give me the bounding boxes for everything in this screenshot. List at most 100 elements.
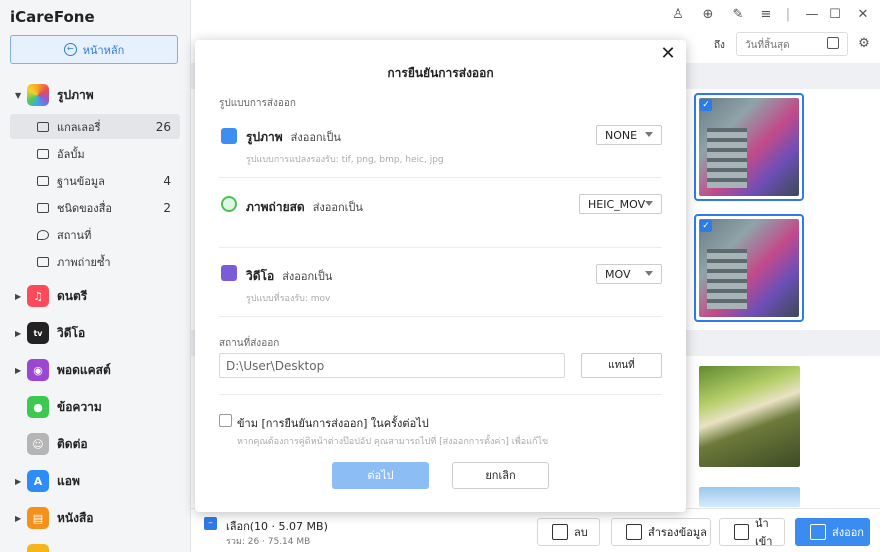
chevron-down-icon [645,132,653,137]
category-photos[interactable]: ▼ รูปภาพ [0,80,191,110]
category-apps[interactable]: ▶ A แอพ [0,466,191,496]
music-icon: ♫ [27,285,49,307]
dialog-title: การยืนยันการส่งออก [387,66,494,80]
export-icon [810,524,826,540]
category-music[interactable]: ▶ ♫ ดนตรี [0,281,191,311]
live-photo-icon [221,196,237,212]
sidebar-item-album[interactable]: อัลบั้ม [10,141,180,166]
save-disk-icon [626,524,642,540]
expand-right-icon[interactable]: ▶ [15,366,21,375]
checkbox-checked-icon[interactable]: ✓ [700,99,712,111]
settings-gear-icon[interactable]: ⚙ [856,36,872,52]
category-label: หนังสือ [57,510,94,525]
item-count: 4 [163,173,171,188]
sidebar-item-media-type[interactable]: ชนิดของสื่อ 2 [10,195,180,220]
home-button[interactable]: ← หน้าหลัก [10,35,178,64]
backup-button[interactable]: สำรองข้อมูล [611,518,711,546]
photo-thumbnail[interactable]: ✓ [694,93,804,201]
export-label: ส่งออก [832,526,864,539]
checkbox-checked-icon[interactable]: ✓ [700,220,712,232]
sidebar: iCareFone ← หน้าหลัก ▼ รูปภาพ แกลเลอรี่ … [0,0,191,552]
photo-format-select[interactable]: NONE [596,125,662,145]
menu-icon[interactable]: ≡ [758,7,774,23]
sidebar-item-label: สถานที่ [57,228,92,242]
video-camera-icon [37,202,49,213]
supported-formats-note: รูปแบบที่รองรับ: mov [246,294,331,304]
skip-confirmation-checkbox[interactable] [219,414,232,427]
category-label: ติดต่อ [57,436,88,451]
category-more[interactable] [0,540,191,552]
selection-summary: เลือก(10 · 5.07 MB) [226,520,328,533]
close-window-icon[interactable]: ✕ [855,7,871,23]
backup-label: สำรองข้อมูล [648,526,707,539]
user-icon[interactable]: ♙ [670,7,686,23]
category-label: พอดแคสต์ [57,362,111,377]
close-icon[interactable]: ✕ [658,44,678,64]
photo-thumbnail[interactable]: ✓ [694,214,804,322]
home-label: หน้าหลัก [82,43,125,57]
tv-icon: tv [27,322,49,344]
divider [219,316,662,317]
chevron-down-icon [645,271,653,276]
end-date-placeholder: วันที่สิ้นสุด [745,40,790,51]
import-button[interactable]: นำเข้า [719,517,785,548]
skip-confirmation-note: หากคุณต้องการคู่ดิหน้าต่างป๊อปอัป คุณสาม… [237,437,549,447]
app-title: iCareFone [10,8,95,26]
video-format-select[interactable]: MOV [596,264,662,284]
import-icon [734,524,750,540]
export-path-input[interactable]: D:\User\Desktop [219,353,565,378]
browse-button[interactable]: แทนที่ [581,353,662,378]
category-books[interactable]: ▶ ▤ หนังสือ [0,503,191,533]
category-contacts[interactable]: ☺ ติดต่อ [0,429,191,459]
end-date-input[interactable]: วันที่สิ้นสุด [736,32,848,56]
delete-label: ลบ [574,526,588,539]
expand-right-icon[interactable]: ▶ [15,329,21,338]
category-label: แอพ [57,473,80,488]
sidebar-item-database[interactable]: ฐานข้อมูล 4 [10,168,180,193]
cancel-button[interactable]: ยกเลิก [452,462,549,489]
export-format-label: รูปแบบการส่งออก [219,98,296,109]
play-video-icon [221,265,237,281]
title-bar: ♙ ⊕ ✎ ≡ | — ☐ ✕ [191,0,880,30]
chevron-down-icon [645,201,653,206]
category-video[interactable]: ▶ tv วิดีโอ [0,318,191,348]
item-name: ภาพถ่ายสด ส่งออกเป็น [246,200,363,214]
photos-icon [27,84,49,106]
sidebar-item-duplicates[interactable]: ภาพถ่ายซ้ำ [10,249,180,274]
item-name: วิดีโอ ส่งออกเป็น [246,269,333,283]
expand-down-icon[interactable]: ▼ [15,91,21,100]
expand-right-icon[interactable]: ▶ [15,514,21,523]
image-icon [221,128,237,144]
photo-thumbnail[interactable] [699,487,800,507]
export-button[interactable]: ส่งออก [795,518,870,546]
delete-button[interactable]: ลบ [537,518,600,546]
next-button[interactable]: ต่อไป [332,462,429,489]
skip-confirmation-label[interactable]: ข้าม [การยืนยันการส่งออก] ในครั้งต่อไป [237,414,429,432]
category-messages[interactable]: ● ข้อความ [0,392,191,422]
export-as-label: ส่งออกเป็น [290,131,341,144]
expand-right-icon[interactable]: ▶ [15,292,21,301]
export-location-label: สถานที่ส่งออก [219,338,280,349]
books-icon: ▤ [27,507,49,529]
select-all-checkbox[interactable]: – [204,517,217,530]
sidebar-item-places[interactable]: สถานที่ [10,222,180,247]
sidebar-item-gallery[interactable]: แกลเลอรี่ 26 [10,114,180,139]
export-confirmation-dialog: การยืนยันการส่งออก ✕ รูปแบบการส่งออก รูป… [195,40,686,512]
expand-right-icon[interactable]: ▶ [15,477,21,486]
photo-format-value: NONE [605,129,638,142]
gallery-icon [37,121,49,132]
minimize-icon[interactable]: — [804,7,820,23]
calendar-icon[interactable] [827,37,839,49]
sidebar-item-label: แกลเลอรี่ [57,120,101,134]
download-icon[interactable]: ⊕ [700,7,716,23]
separator: | [785,7,791,22]
photo-thumbnail[interactable] [699,366,800,467]
duplicate-photos-icon [37,256,49,267]
category-podcast[interactable]: ▶ ◉ พอดแคสต์ [0,355,191,385]
import-label: นำเข้า [755,517,773,548]
sidebar-item-label: อัลบั้ม [57,147,85,161]
feedback-icon[interactable]: ✎ [730,7,746,23]
live-photo-format-select[interactable]: HEIC_MOV [579,194,662,214]
divider [219,247,662,248]
maximize-icon[interactable]: ☐ [827,7,843,23]
